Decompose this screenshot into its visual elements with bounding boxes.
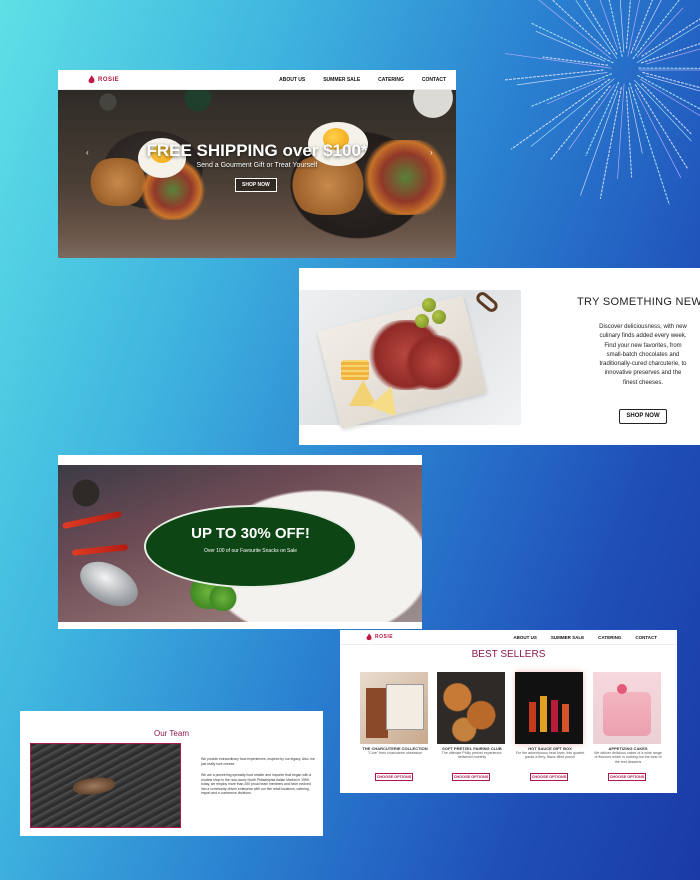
team-paragraph-2: We are a pioneering specialty food retai… (201, 773, 312, 796)
nav-summer-sale[interactable]: SUMMER SALE (551, 635, 584, 640)
charcuterie-board-image (299, 289, 521, 429)
product-description: We deliver delicious cakes of a wide ran… (594, 751, 662, 764)
product-card[interactable]: SOFT PRETZEL PAIRING CLUB The ultimate P… (437, 672, 507, 760)
team-paragraph-1: We provide extraordinary food experience… (201, 757, 315, 766)
sale-badge (144, 505, 357, 588)
hero-panel: ROSIE ABOUT US SUMMER SALE CATERING CONT… (58, 70, 456, 258)
sale-panel: UP TO 30% OFF! Over 100 of our Favourite… (58, 455, 422, 629)
nav-summer-sale[interactable]: SUMMER SALE (323, 77, 360, 83)
nav-contact[interactable]: CONTACT (422, 77, 446, 83)
cake-image (593, 672, 661, 744)
try-new-shop-now-button[interactable]: SHOP NOW (619, 409, 667, 424)
choose-options-button[interactable]: CHOOSE OPTIONS (530, 773, 568, 781)
brand-name: ROSIE (375, 634, 394, 640)
brand-logo[interactable]: ROSIE (88, 75, 119, 84)
hero-shop-now-button[interactable]: SHOP NOW (235, 178, 277, 192)
nav-about-us[interactable]: ABOUT US (279, 77, 305, 83)
top-nav: ROSIE ABOUT US SUMMER SALE CATERING CONT… (58, 70, 456, 90)
nav-contact[interactable]: CONTACT (635, 635, 657, 640)
flame-icon (88, 75, 95, 84)
product-description: "Cure" their charcuterie obsession (367, 751, 423, 755)
grill-image (30, 743, 181, 828)
sale-title: UP TO 30% OFF! (191, 525, 310, 542)
fireworks-decoration (505, 0, 700, 205)
flame-icon (366, 633, 372, 641)
try-new-description: Discover deliciousness, with new culinar… (599, 324, 687, 386)
nav-catering[interactable]: CATERING (378, 77, 404, 83)
top-nav: ROSIE ABOUT US SUMMER SALE CATERING CONT… (340, 630, 677, 645)
product-card[interactable]: APPETIZING CAKES We deliver delicious ca… (593, 672, 663, 764)
charcuterie-collection-image (360, 672, 428, 744)
best-sellers-panel: ROSIE ABOUT US SUMMER SALE CATERING CONT… (340, 630, 677, 793)
hero-subtitle: Send a Gourment Gift or Treat Yourself (196, 162, 318, 169)
hero-title: FREE SHIPPING over $100* (146, 141, 368, 160)
choose-options-button[interactable]: CHOOSE OPTIONS (452, 773, 490, 781)
nav-catering[interactable]: CATERING (598, 635, 621, 640)
product-description: The ultimate Philly pretzel experience, … (441, 751, 503, 760)
product-description: For the adventurous heat lover, this qua… (515, 751, 585, 760)
hot-sauce-box-image (515, 672, 583, 744)
brand-name: ROSIE (98, 76, 120, 83)
product-card[interactable]: THE CHARCUTERIE COLLECTION "Cure" their … (360, 672, 430, 755)
best-sellers-title: BEST SELLERS (471, 649, 546, 660)
pretzel-image (437, 672, 505, 744)
product-card[interactable]: HOT SAUCE GIFT BOX For the adventurous h… (515, 672, 585, 760)
sale-subtitle: Over 100 of our Favourite Snacks on Sale (203, 548, 298, 554)
team-panel: Our Team We provide extraordinary food e… (20, 711, 323, 836)
brand-logo[interactable]: ROSIE (366, 633, 393, 641)
choose-options-button[interactable]: CHOOSE OPTIONS (375, 773, 413, 781)
nav-about-us[interactable]: ABOUT US (513, 635, 537, 640)
try-something-new-panel: TRY SOMETHING NEW Discover deliciousness… (299, 268, 700, 445)
hero-banner-image: ‹ › FREE SHIPPING over $100* Send a Gour… (58, 90, 456, 258)
team-title: Our Team (154, 729, 189, 738)
choose-options-button[interactable]: CHOOSE OPTIONS (608, 773, 646, 781)
try-new-title: TRY SOMETHING NEW (577, 296, 700, 308)
